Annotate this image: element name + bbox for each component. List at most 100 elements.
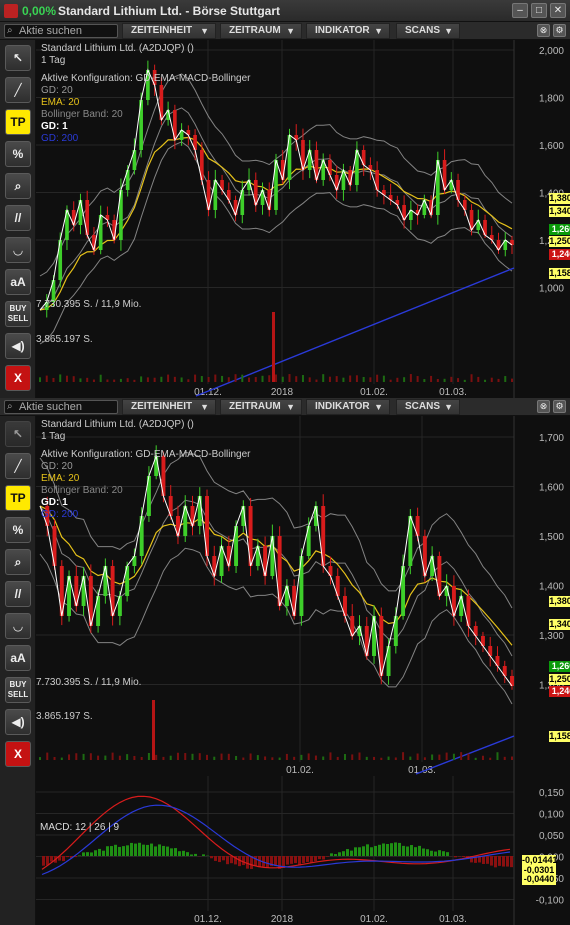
volume-bar [45, 375, 48, 382]
macd-histogram-bar [82, 852, 85, 856]
volume-bar [511, 378, 513, 382]
link-icon[interactable]: ⊗ [537, 24, 550, 37]
parallel-tool[interactable]: // [5, 581, 31, 607]
macd-histogram-bar [242, 856, 245, 866]
change-percent: 0,00% [22, 4, 57, 18]
macd-histogram-bar [130, 842, 133, 856]
tp-button[interactable]: TP [5, 485, 31, 511]
macd-histogram-bar [106, 846, 109, 856]
volume-bar [242, 757, 245, 760]
tp-button[interactable]: TP [5, 109, 31, 135]
macd-histogram-bar [298, 856, 301, 866]
search-input-2[interactable]: ⌕ Aktie suchen [4, 400, 118, 414]
percent-tool[interactable]: % [5, 141, 31, 167]
sound-icon[interactable]: ◀) [5, 709, 31, 735]
cursor-tool[interactable]: ↖ [5, 421, 31, 447]
line-tool[interactable]: ╱ [5, 77, 31, 103]
macd-plot[interactable]: 0,1500,1000,0500,000-0,050-0,10001.12.20… [36, 776, 570, 925]
menu-zeitraum[interactable]: ZEITRAUM ▼ [220, 23, 302, 39]
x-tick-label: 2018 [271, 387, 294, 398]
menu-scans[interactable]: SCANS ▼ [396, 23, 460, 39]
text-tool[interactable]: aA [5, 645, 31, 671]
volume-bar [187, 379, 190, 382]
volume-bar [248, 377, 251, 382]
close-chart-button[interactable]: X [5, 365, 31, 391]
volume-bar [416, 376, 419, 382]
price-tag: 1,1585 [549, 731, 570, 742]
volume-bar [358, 752, 361, 760]
chart2-panel[interactable]: 1,7001,6001,5001,4001,3001,20001.02.01.0… [36, 416, 570, 776]
volume-bar [221, 375, 224, 382]
volume-bar [403, 377, 406, 382]
volume-bar [382, 375, 385, 382]
macd-histogram-bar [194, 853, 197, 856]
x-tick-label: 01.03. [439, 387, 467, 398]
gear-icon[interactable]: ⚙ [553, 400, 566, 413]
macd-histogram-bar [226, 856, 229, 865]
volume-mid-label: 3.865.197 S. [36, 334, 93, 345]
zoom-tool[interactable]: ⌕ [5, 173, 31, 199]
percent-tool[interactable]: % [5, 517, 31, 543]
volume-bar [241, 374, 244, 382]
arc-tool[interactable]: ◡ [5, 237, 31, 263]
volume-bar [65, 375, 68, 382]
volume-bar [477, 376, 480, 382]
arc-tool[interactable]: ◡ [5, 613, 31, 639]
volume-bar [86, 377, 89, 382]
x-tick-label: 01.12. [194, 387, 222, 398]
sound-icon[interactable]: ◀) [5, 333, 31, 359]
menu-zeiteinheit[interactable]: ZEITEINHEIT ▼ [122, 23, 216, 39]
macd-histogram-bar [290, 856, 293, 864]
bollinger-label: Bollinger Band: 20 [41, 485, 123, 496]
macd-panel[interactable]: 0,1500,1000,0500,000-0,050-0,10001.12.20… [36, 776, 570, 925]
menu-zeiteinheit-2[interactable]: ZEITEINHEIT ▼ [122, 399, 216, 415]
y-tick-label: 1,400 [539, 582, 564, 593]
volume-max-label: 7.730.395 S. / 11,9 Mio. [36, 299, 142, 310]
chart1-panel[interactable]: 2,0001,8001,6001,4001,2001,00001.12.2018… [36, 40, 570, 398]
buy-sell-button[interactable]: BUY SELL [5, 677, 31, 703]
volume-bar [46, 752, 49, 760]
menu-zeitraum-2[interactable]: ZEITRAUM ▼ [220, 399, 302, 415]
menu-indikator[interactable]: INDIKATOR ▼ [306, 23, 390, 39]
search-icon: ⌕ [7, 25, 13, 36]
volume-bar [261, 375, 264, 382]
price-tag: 1,260 [549, 224, 570, 235]
menu-indikator-2[interactable]: INDIKATOR ▼ [306, 399, 390, 415]
volume-bar [155, 754, 158, 760]
macd-histogram-bar [386, 844, 389, 856]
minimize-icon[interactable]: – [512, 3, 528, 18]
config-label: Aktive Konfiguration: GD-EMA-MACD-Bollin… [41, 449, 251, 460]
y-tick-label: 1,600 [539, 141, 564, 152]
volume-bar [160, 376, 163, 382]
macd-histogram-bar [402, 845, 405, 856]
parallel-tool[interactable]: // [5, 205, 31, 231]
zoom-tool[interactable]: ⌕ [5, 549, 31, 575]
volume-bar [431, 754, 434, 760]
search-input[interactable]: ⌕ Aktie suchen [4, 24, 118, 38]
link-icon[interactable]: ⊗ [537, 400, 550, 413]
price-tag: 1,3802 [549, 596, 570, 607]
volume-bar [349, 375, 352, 382]
bollinger-label: Bollinger Band: 20 [41, 109, 123, 120]
macd-histogram-bar [286, 856, 289, 865]
maximize-icon[interactable]: □ [531, 3, 547, 18]
cursor-tool[interactable]: ↖ [5, 45, 31, 71]
macd-histogram-bar [326, 856, 329, 857]
menu-scans-2[interactable]: SCANS ▼ [396, 399, 460, 415]
volume-bar [99, 374, 102, 382]
line-tool[interactable]: ╱ [5, 453, 31, 479]
volume-spike [272, 312, 275, 382]
gear-icon[interactable]: ⚙ [553, 24, 566, 37]
volume-bar [59, 374, 62, 382]
price-tag: 1,2500 [549, 674, 570, 685]
close-icon[interactable]: ✕ [550, 3, 566, 18]
gd20-label: GD: 20 [41, 461, 73, 472]
buy-sell-button[interactable]: BUY SELL [5, 301, 31, 327]
volume-bar [365, 756, 368, 760]
volume-bar [126, 754, 129, 760]
volume-bar [293, 756, 296, 760]
macd-histogram-bar [230, 856, 233, 864]
text-tool[interactable]: aA [5, 269, 31, 295]
close-chart-button[interactable]: X [5, 741, 31, 767]
macd-histogram-bar [414, 847, 417, 856]
